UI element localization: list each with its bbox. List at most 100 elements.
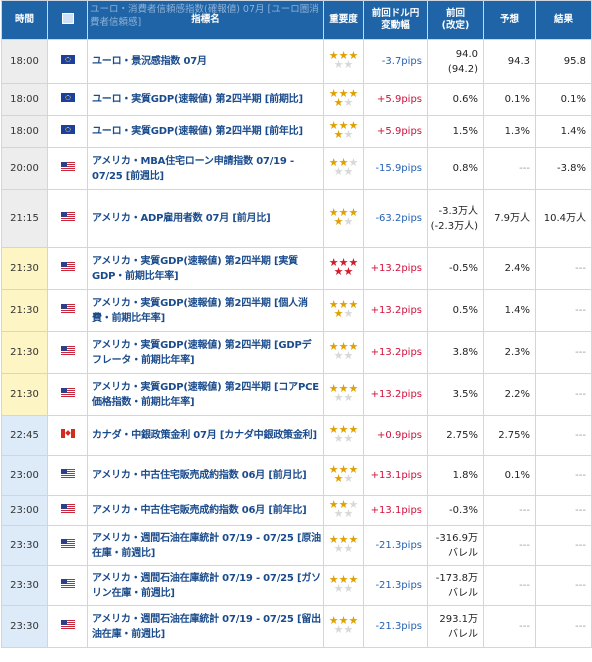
importance-stars: ★★★ ★★ [323, 415, 364, 456]
indicator-name-link[interactable]: アメリカ・実質GDP(速報値) 第2四半期 [GDPデフレータ・前期比年率] [87, 331, 324, 374]
pips-change: +13.1pips [363, 495, 428, 526]
indicator-name-link[interactable]: ユーロ・景況感指数 07月 [87, 39, 324, 84]
row-time: 23:30 [1, 525, 48, 566]
previous-value: 3.8% [427, 331, 484, 374]
indicator-name-link[interactable]: アメリカ・実質GDP(速報値) 第2四半期 [実質GDP・前期比年率] [87, 247, 324, 290]
star-icon: ★ [343, 431, 354, 445]
importance-stars: ★★★ ★★ [323, 247, 364, 290]
importance-stars: ★★★ ★★ [323, 565, 364, 606]
header-prev: 前回 (改定) [427, 0, 484, 40]
header-time: 時間 [1, 0, 48, 40]
result-value: --- [535, 525, 592, 566]
previous-value: -173.8万バレル [427, 565, 484, 606]
pips-change: -21.3pips [363, 605, 428, 648]
importance-stars: ★★★ ★★ [323, 331, 364, 374]
result-value: --- [535, 605, 592, 648]
us-flag-icon [60, 212, 75, 221]
indicator-name-link[interactable]: カナダ・中銀政策金利 07月 [カナダ中銀政策金利] [87, 415, 324, 456]
table-row[interactable]: 23:00 アメリカ・中古住宅販売成約指数 06月 [前月比] ★★★ ★★ +13.1… [1, 455, 592, 496]
importance-stars: ★★★ ★★ [323, 39, 364, 84]
table-row[interactable]: 23:30 アメリカ・週間石油在庫統計 07/19 - 07/25 [原油在庫・前… [1, 525, 592, 566]
row-flag [47, 39, 88, 84]
star-icon: ★ [333, 164, 344, 178]
pips-change: +13.1pips [363, 455, 428, 496]
indicator-name-link[interactable]: アメリカ・ADP雇用者数 07月 [前月比] [87, 189, 324, 248]
header-pips: 前回ドル円 変動幅 [363, 0, 428, 40]
indicator-name-link[interactable]: アメリカ・実質GDP(速報値) 第2四半期 [個人消費・前期比年率] [87, 289, 324, 332]
table-row[interactable]: 23:30 アメリカ・週間石油在庫統計 07/19 - 07/25 [留出油在庫・… [1, 605, 592, 648]
pips-change: +13.2pips [363, 373, 428, 416]
previous-value: -0.5% [427, 247, 484, 290]
indicator-name-link[interactable]: アメリカ・実質GDP(速報値) 第2四半期 [コアPCE価格指数・前期比年率] [87, 373, 324, 416]
forecast-value: --- [483, 525, 536, 566]
forecast-value: --- [483, 147, 536, 190]
table-row[interactable]: 21:30 アメリカ・実質GDP(速報値) 第2四半期 [実質GDP・前期比年率]… [1, 247, 592, 290]
table-row[interactable]: 21:30 アメリカ・実質GDP(速報値) 第2四半期 [個人消費・前期比年率] ★… [1, 289, 592, 332]
previous-value: -0.3% [427, 495, 484, 526]
row-time: 21:30 [1, 247, 48, 290]
importance-stars: ★★★ ★★ [323, 289, 364, 332]
result-value: --- [535, 565, 592, 606]
table-row[interactable]: 18:00 ユーロ・実質GDP(速報値) 第2四半期 [前期比] ★★★ ★★ +5.9… [1, 83, 592, 116]
forecast-value: --- [483, 495, 536, 526]
us-flag-icon [60, 539, 75, 548]
star-icon: ★ [343, 264, 354, 278]
indicator-name-link[interactable]: ユーロ・実質GDP(速報値) 第2四半期 [前年比] [87, 115, 324, 148]
star-icon: ★ [333, 541, 344, 555]
table-row[interactable]: 23:00 アメリカ・中古住宅販売成約指数 06月 [前年比] ★★★ ★★ +13.1… [1, 495, 592, 526]
row-time: 23:30 [1, 565, 48, 606]
row-time: 21:30 [1, 289, 48, 332]
indicator-name-link[interactable]: アメリカ・週間石油在庫統計 07/19 - 07/25 [留出油在庫・前週比] [87, 605, 324, 648]
header-result: 結果 [535, 0, 592, 40]
star-icon: ★ [343, 541, 354, 555]
forecast-value: 1.3% [483, 115, 536, 148]
importance-stars: ★★★ ★★ [323, 495, 364, 526]
row-flag [47, 147, 88, 190]
table-row[interactable]: 18:00 ユーロ・実質GDP(速報値) 第2四半期 [前年比] ★★★ ★★ +5.9… [1, 115, 592, 148]
us-flag-icon [60, 346, 75, 355]
indicator-name-link[interactable]: アメリカ・週間石油在庫統計 07/19 - 07/25 [ガソリン在庫・前週比] [87, 565, 324, 606]
table-row[interactable]: 18:00 ユーロ・景況感指数 07月 ★★★ ★★ -3.7pips 94.0 (94.2… [1, 39, 592, 84]
star-icon: ★ [333, 471, 344, 485]
row-time: 21:15 [1, 189, 48, 248]
table-row[interactable]: 23:30 アメリカ・週間石油在庫統計 07/19 - 07/25 [ガソリン在庫… [1, 565, 592, 606]
row-flag [47, 605, 88, 648]
pips-change: +0.9pips [363, 415, 428, 456]
us-flag-icon [60, 304, 75, 313]
row-flag [47, 495, 88, 526]
result-value: --- [535, 247, 592, 290]
row-time: 21:30 [1, 373, 48, 416]
pips-change: +13.2pips [363, 247, 428, 290]
table-row[interactable]: 21:30 アメリカ・実質GDP(速報値) 第2四半期 [GDPデフレータ・前期比… [1, 331, 592, 374]
indicator-name-link[interactable]: ユーロ・実質GDP(速報値) 第2四半期 [前期比] [87, 83, 324, 116]
forecast-value: --- [483, 605, 536, 648]
table-row[interactable]: 21:30 アメリカ・実質GDP(速報値) 第2四半期 [コアPCE価格指数・前期… [1, 373, 592, 416]
row-time: 22:45 [1, 415, 48, 456]
importance-stars: ★★★ ★★ [323, 605, 364, 648]
pips-change: -3.7pips [363, 39, 428, 84]
forecast-value: 2.2% [483, 373, 536, 416]
table-row[interactable]: 22:45 カナダ・中銀政策金利 07月 [カナダ中銀政策金利] ★★★ ★★ +0.9… [1, 415, 592, 456]
indicator-name-link[interactable]: アメリカ・週間石油在庫統計 07/19 - 07/25 [原油在庫・前週比] [87, 525, 324, 566]
row-time: 23:00 [1, 495, 48, 526]
indicator-name-link[interactable]: アメリカ・中古住宅販売成約指数 06月 [前年比] [87, 495, 324, 526]
pips-change: -63.2pips [363, 189, 428, 248]
indicator-name-link[interactable]: アメリカ・中古住宅販売成約指数 06月 [前月比] [87, 455, 324, 496]
header-name-label: 指標名 [191, 14, 220, 25]
us-flag-icon [60, 262, 75, 271]
row-time: 18:00 [1, 39, 48, 84]
result-value: 0.1% [535, 83, 592, 116]
row-flag [47, 415, 88, 456]
table-row[interactable]: 21:15 アメリカ・ADP雇用者数 07月 [前月比] ★★★ ★★ -63.2pip… [1, 189, 592, 248]
table-row[interactable]: 20:00 アメリカ・MBA住宅ローン申請指数 07/19 - 07/25 [前週… [1, 147, 592, 190]
star-icon: ★ [333, 57, 344, 71]
result-value: --- [535, 415, 592, 456]
forecast-value: 0.1% [483, 83, 536, 116]
result-value: 10.4万人 [535, 189, 592, 248]
forecast-value: 2.4% [483, 247, 536, 290]
indicator-name-link[interactable]: アメリカ・MBA住宅ローン申請指数 07/19 - 07/25 [前週比] [87, 147, 324, 190]
result-value: 95.8 [535, 39, 592, 84]
pips-change: -15.9pips [363, 147, 428, 190]
result-value: --- [535, 289, 592, 332]
forecast-value: 0.1% [483, 455, 536, 496]
